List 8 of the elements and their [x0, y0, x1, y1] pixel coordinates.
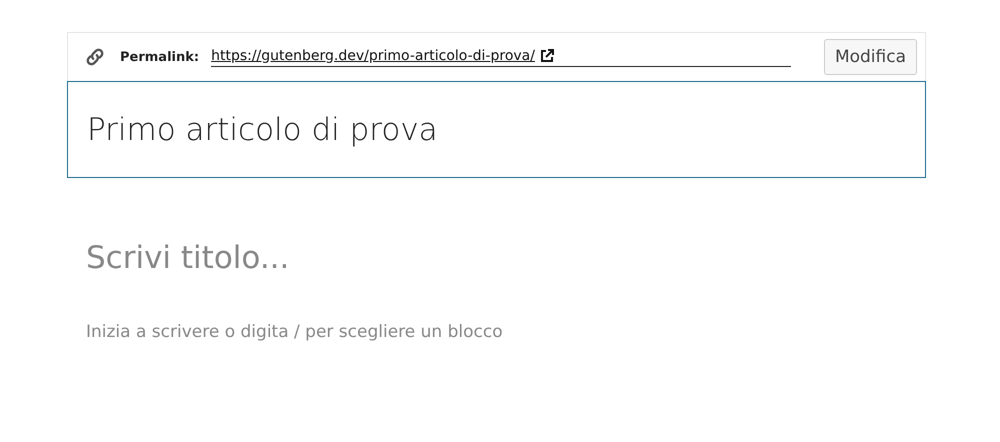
permalink-label: Permalink:	[120, 50, 200, 64]
edit-button[interactable]: Modifica	[824, 39, 917, 75]
title-field[interactable]: Primo articolo di prova	[67, 81, 926, 178]
permalink-link[interactable]: https://gutenberg.dev/primo-articolo-di-prova/	[211, 48, 535, 64]
link-icon	[84, 46, 106, 68]
external-link-icon[interactable]	[538, 48, 555, 64]
title-placeholder-field[interactable]: Scrivi titolo...	[86, 240, 686, 276]
block-placeholder-field[interactable]: Inizia a scrivere o digita / per scegliere un blocco	[86, 322, 686, 342]
